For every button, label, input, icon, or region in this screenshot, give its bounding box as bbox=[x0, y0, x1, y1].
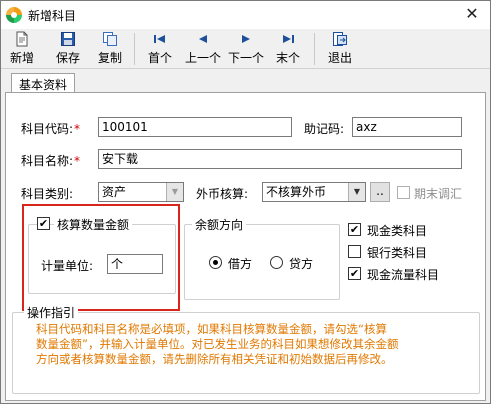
guide-line: 科目代码和科目名称是必填项，如果科目核算数量金额，请勾选“核算 bbox=[36, 322, 387, 336]
exit-button[interactable]: 退出 bbox=[325, 31, 355, 67]
guide-text: 科目代码和科目名称是必填项，如果科目核算数量金额，请勾选“核算 数量金额”，并输… bbox=[36, 322, 472, 367]
add-button[interactable]: 新增 bbox=[7, 31, 37, 67]
currency-more-button[interactable]: .. bbox=[370, 182, 390, 202]
guide-line: 方向或者核算数量金额，请先删除所有相关凭证和初始数据后再修改。 bbox=[36, 352, 393, 366]
currency-accounting-select[interactable]: 不核算外币 ▼ bbox=[262, 182, 366, 202]
toolbar: 新增 保存 复制 首个 上一个 下一个 末个 退出 bbox=[1, 29, 490, 69]
checkmark-icon: ✔ bbox=[38, 217, 49, 230]
quantity-amount-checkbox[interactable]: ✔ bbox=[37, 217, 50, 230]
checkmark-icon: ✔ bbox=[349, 223, 360, 236]
copy-button[interactable]: 复制 bbox=[95, 31, 125, 67]
account-name-label: 科目名称:* bbox=[21, 154, 81, 168]
checkmark-icon: ✔ bbox=[349, 267, 360, 280]
save-button[interactable]: 保存 bbox=[53, 31, 83, 67]
mnemonic-input[interactable]: axz bbox=[352, 117, 462, 137]
new-doc-icon bbox=[16, 31, 28, 47]
last-record-label: 末个 bbox=[275, 51, 300, 65]
debit-label: 借方 bbox=[228, 257, 253, 271]
basic-info-panel: 科目代码:* 100101 助记码: axz 科目名称:* 安下载 科目类别: … bbox=[5, 92, 486, 401]
cashflow-account-label: 现金流量科目 bbox=[367, 268, 440, 282]
first-record-button[interactable]: 首个 bbox=[145, 31, 175, 67]
first-record-icon bbox=[154, 35, 165, 43]
window-title: 新增科目 bbox=[28, 9, 77, 23]
cash-account-checkbox[interactable]: ✔ bbox=[348, 223, 361, 236]
chevron-down-icon: ▼ bbox=[348, 183, 365, 201]
close-button[interactable]: ✕ bbox=[460, 3, 484, 25]
next-record-label: 下一个 bbox=[227, 51, 264, 65]
first-record-label: 首个 bbox=[147, 51, 172, 65]
account-category-label: 科目类别: bbox=[21, 187, 74, 201]
add-button-label: 新增 bbox=[9, 51, 34, 65]
required-mark: * bbox=[74, 122, 81, 136]
next-record-button[interactable]: 下一个 bbox=[226, 31, 266, 67]
currency-accounting-label: 外币核算: bbox=[196, 187, 249, 201]
copy-button-label: 复制 bbox=[97, 51, 122, 65]
prev-record-label: 上一个 bbox=[184, 51, 221, 65]
required-mark: * bbox=[74, 154, 81, 168]
chevron-down-icon: ▼ bbox=[166, 183, 183, 201]
prev-record-button[interactable]: 上一个 bbox=[183, 31, 223, 67]
add-account-dialog: 新增科目 ✕ 新增 保存 复制 首个 上一个 下一个 末个 退出 基本资料 科目… bbox=[0, 0, 491, 404]
debit-radio[interactable] bbox=[209, 256, 222, 269]
credit-label: 贷方 bbox=[289, 257, 314, 271]
guide-title: 操作指引 bbox=[24, 304, 79, 321]
toolbar-separator bbox=[314, 33, 315, 65]
exit-icon bbox=[333, 32, 347, 46]
tab-strip: 基本资料 bbox=[1, 69, 490, 95]
account-code-input[interactable]: 100101 bbox=[98, 117, 292, 137]
guide-line: 数量金额”，并输入计量单位。对已发生业务的科目如果想修改其余金额 bbox=[36, 337, 399, 351]
currency-accounting-value: 不核算外币 bbox=[266, 185, 327, 199]
balance-direction-groupbox bbox=[184, 224, 340, 300]
cash-account-label: 现金类科目 bbox=[367, 224, 428, 238]
unit-label: 计量单位: bbox=[41, 259, 94, 273]
period-end-label: 期末调汇 bbox=[414, 187, 463, 201]
bank-account-checkbox[interactable] bbox=[348, 245, 361, 258]
prev-record-icon bbox=[199, 35, 207, 43]
account-code-label: 科目代码:* bbox=[21, 122, 81, 136]
cashflow-account-checkbox[interactable]: ✔ bbox=[348, 267, 361, 280]
save-button-label: 保存 bbox=[55, 51, 80, 65]
unit-input[interactable]: 个 bbox=[107, 254, 163, 274]
balance-direction-label: 余额方向 bbox=[192, 216, 247, 233]
title-bar: 新增科目 ✕ bbox=[1, 1, 490, 29]
save-disk-icon bbox=[61, 32, 75, 46]
quantity-amount-label: 核算数量金额 bbox=[54, 216, 133, 233]
account-category-select[interactable]: 资产 ▼ bbox=[98, 182, 184, 202]
exit-button-label: 退出 bbox=[327, 51, 352, 65]
mnemonic-label: 助记码: bbox=[304, 122, 345, 136]
app-logo-icon bbox=[6, 7, 22, 23]
next-record-icon bbox=[242, 35, 250, 43]
period-end-checkbox[interactable] bbox=[397, 186, 410, 199]
toolbar-separator bbox=[134, 33, 135, 65]
last-record-button[interactable]: 末个 bbox=[273, 31, 303, 67]
bank-account-label: 银行类科目 bbox=[367, 246, 428, 260]
credit-radio[interactable] bbox=[270, 256, 283, 269]
last-record-icon bbox=[283, 35, 294, 43]
account-name-input[interactable]: 安下载 bbox=[98, 149, 462, 169]
copy-icon bbox=[103, 32, 117, 46]
account-category-value: 资产 bbox=[102, 185, 127, 199]
